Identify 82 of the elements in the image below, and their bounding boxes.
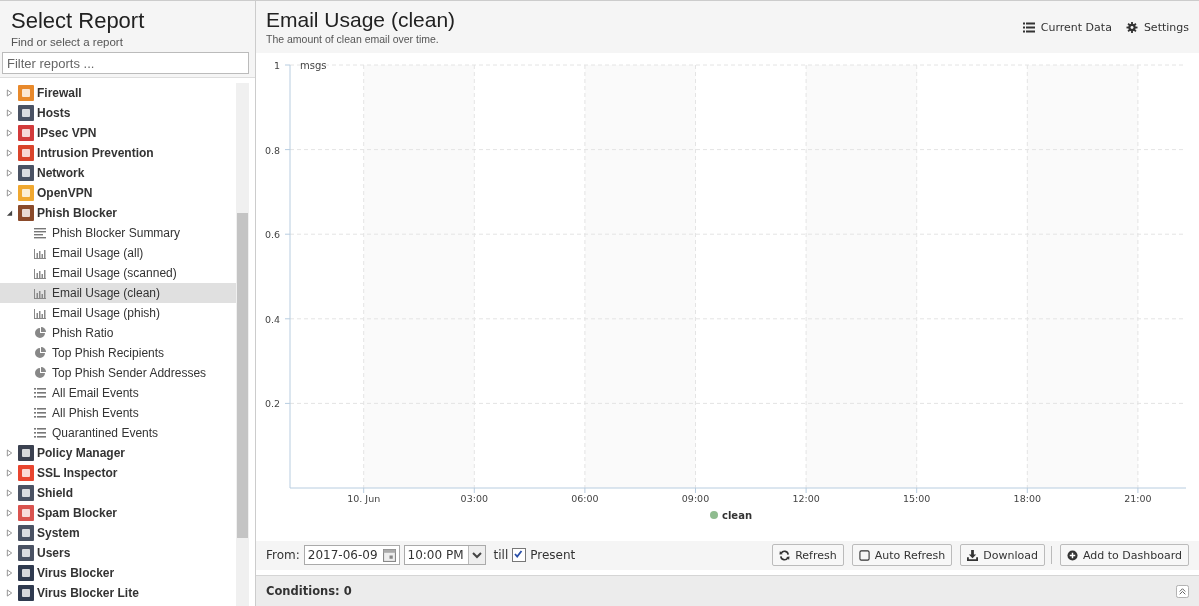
panel-title: Select Report	[11, 8, 146, 34]
collapse-icon[interactable]	[1176, 584, 1189, 598]
refresh-icon[interactable]	[779, 549, 791, 561]
settings-link[interactable]: Settings	[1125, 21, 1189, 35]
download-button[interactable]: Download	[960, 544, 1045, 567]
tree-item[interactable]: System	[0, 523, 236, 543]
report-item[interactable]: Email Usage (phish)	[0, 303, 236, 323]
y-axis-label: msgs	[300, 59, 327, 71]
tree-item[interactable]: Shield	[0, 483, 236, 503]
legend-label[interactable]: clean	[722, 509, 752, 521]
tree-item[interactable]: Phish Blocker	[0, 203, 236, 223]
x-tick-label: 10. Jun	[347, 492, 381, 504]
report-description: The amount of clean email over time.	[266, 33, 440, 45]
tree-item[interactable]: Users	[0, 543, 236, 563]
refresh-button[interactable]: Refresh	[772, 544, 844, 567]
x-tick-label: 15:00	[903, 492, 931, 504]
tree-item[interactable]: Virus Blocker Lite	[0, 583, 236, 603]
bar-chart-icon	[34, 287, 46, 299]
x-tick-label: 09:00	[681, 492, 710, 504]
tree-item[interactable]: Policy Manager	[0, 443, 236, 463]
report-item[interactable]: Email Usage (scanned)	[0, 263, 236, 283]
report-item[interactable]: All Phish Events	[0, 403, 236, 423]
list-icon[interactable]	[1022, 22, 1035, 33]
pie-chart-icon	[34, 367, 46, 379]
report-item[interactable]: Top Phish Sender Addresses	[0, 363, 236, 383]
time-select[interactable]: 10:00 PM	[403, 545, 486, 566]
y-tick-label: 0.8	[264, 144, 280, 156]
tree-item[interactable]: Firewall	[0, 83, 236, 103]
lines-icon	[34, 227, 46, 239]
report-item[interactable]: Quarantined Events	[0, 423, 236, 443]
x-tick-label: 21:00	[1124, 492, 1152, 504]
y-tick-label: 0.2	[264, 397, 280, 409]
present-label: Present	[530, 548, 576, 563]
filter-field[interactable]: Filter reports ...	[2, 52, 249, 74]
bar-chart-icon	[34, 247, 46, 259]
pie-chart-icon	[34, 327, 46, 339]
scrollbar[interactable]	[236, 83, 249, 606]
tree-item[interactable]: Spam Blocker	[0, 503, 236, 523]
auto-refresh-button[interactable]: Auto Refresh	[851, 544, 953, 567]
panel-subtitle: Find or select a report	[11, 36, 124, 48]
bar-chart-icon	[34, 307, 46, 319]
gear-icon[interactable]	[1125, 22, 1138, 33]
expander-icon[interactable]	[6, 209, 13, 217]
legend-dot[interactable]	[710, 510, 718, 519]
report-item[interactable]: All Email Events	[0, 383, 236, 403]
report-item[interactable]: Top Phish Recipients	[0, 343, 236, 363]
tree-item[interactable]: OpenVPN	[0, 183, 236, 203]
present-checkbox[interactable]	[512, 548, 527, 563]
bar-chart-icon	[34, 267, 46, 279]
list-icon	[34, 407, 46, 419]
y-tick-label: 0.6	[264, 228, 280, 240]
list-icon	[34, 387, 46, 399]
current-data-link[interactable]: Current Data	[1022, 21, 1112, 35]
download-icon[interactable]	[967, 549, 979, 561]
y-tick-label: 0.4	[264, 313, 280, 325]
list-icon	[34, 427, 46, 439]
dropdown-icon[interactable]	[467, 546, 485, 565]
report-title: Email Usage (clean)	[266, 7, 456, 33]
tree-item[interactable]: Virus Blocker	[0, 563, 236, 583]
from-label: From:	[266, 548, 300, 563]
date-field[interactable]: 2017-06-09	[303, 545, 400, 566]
y-tick-label: 1	[273, 59, 280, 71]
report-item[interactable]: Email Usage (clean)	[0, 283, 236, 303]
report-item[interactable]: Phish Blocker Summary	[0, 223, 236, 243]
tree-item[interactable]: IPsec VPN	[0, 123, 236, 143]
report-item[interactable]: Email Usage (all)	[0, 243, 236, 263]
report-item[interactable]: Phish Ratio	[0, 323, 236, 343]
tree-item[interactable]: Intrusion Prevention	[0, 143, 236, 163]
x-tick-label: 18:00	[1013, 492, 1041, 504]
checkbox-icon[interactable]	[858, 549, 870, 561]
x-tick-label: 03:00	[460, 492, 488, 504]
till-label: till	[493, 548, 509, 563]
x-tick-label: 12:00	[792, 492, 820, 504]
plus-icon[interactable]	[1067, 549, 1078, 561]
x-tick-label: 06:00	[571, 492, 599, 504]
tree-item[interactable]: SSL Inspector	[0, 463, 236, 483]
add-to-dashboard-button[interactable]: Add to Dashboard	[1060, 544, 1189, 567]
conditions-label: Conditions: 0	[266, 584, 352, 599]
tree-item[interactable]: Hosts	[0, 103, 236, 123]
calendar-icon[interactable]	[382, 548, 396, 562]
tree-item[interactable]: Network	[0, 163, 236, 183]
pie-chart-icon	[34, 347, 46, 359]
